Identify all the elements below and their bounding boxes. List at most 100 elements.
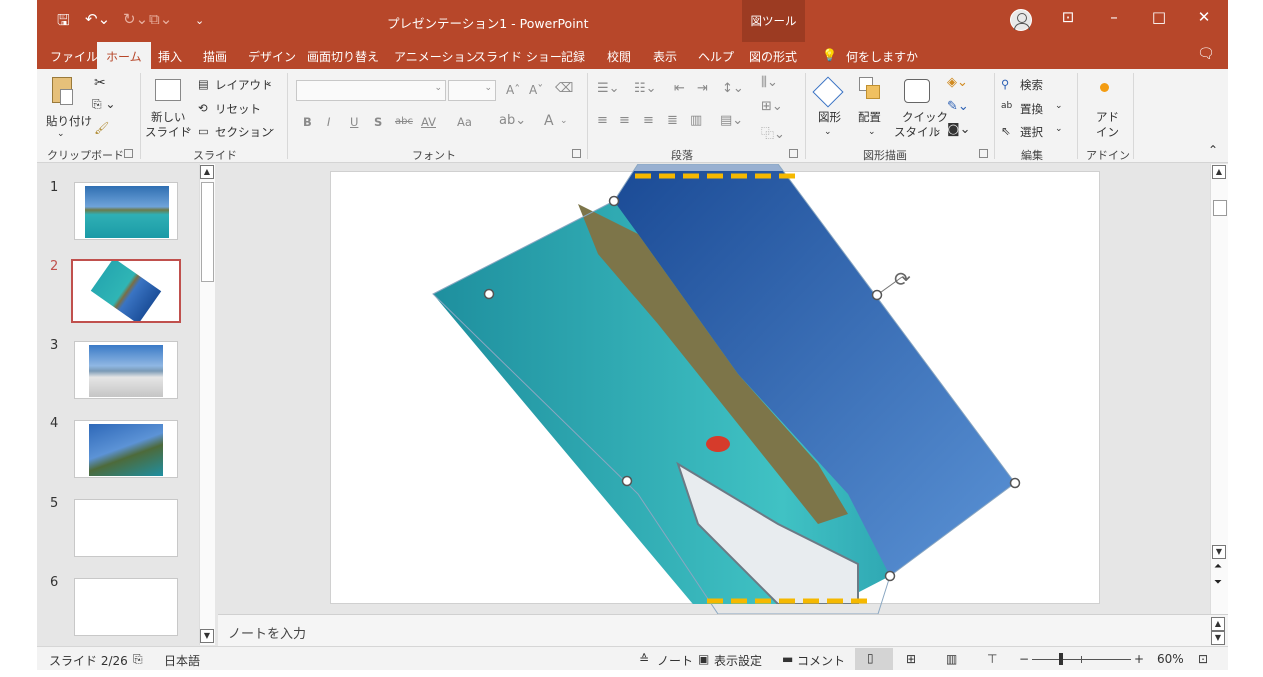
tab-animations[interactable]: アニメーション — [394, 48, 478, 65]
increase-indent-icon[interactable]: ⇥ — [697, 81, 708, 96]
tab-slideshow[interactable]: スライド ショー — [474, 48, 562, 65]
scroll-up-icon[interactable]: ▲ — [1212, 165, 1226, 179]
picture[interactable]: ⟳ — [432, 164, 1021, 614]
notes-toggle-icon[interactable]: ≙ — [639, 652, 649, 666]
resize-handle[interactable] — [483, 288, 495, 300]
resize-handle[interactable] — [621, 475, 633, 487]
scroll-up-icon[interactable]: ▲ — [200, 165, 214, 179]
text-direction-icon[interactable]: ⫼⌄ — [761, 75, 778, 90]
resize-handle[interactable] — [608, 195, 620, 207]
notes-scroll-down-icon[interactable]: ▼ — [1211, 631, 1225, 645]
tab-file[interactable]: ファイル — [50, 48, 98, 65]
quick-styles-button[interactable]: クイック スタイル ⌄ — [894, 75, 948, 141]
zoom-level[interactable]: 60% — [1157, 652, 1184, 666]
addins-button[interactable]: アド イン — [1090, 75, 1126, 141]
start-slideshow-icon[interactable]: ⧉⌄ — [149, 10, 172, 28]
language-indicator[interactable]: 日本語 — [164, 652, 200, 669]
previous-slide-icon[interactable]: ⏶ — [1214, 562, 1222, 572]
cut-icon[interactable]: ✂ — [94, 75, 106, 91]
justify-icon[interactable]: ≣ — [667, 113, 678, 128]
resize-handle[interactable] — [884, 570, 896, 582]
undo-icon[interactable]: ↶⌄ — [85, 10, 110, 28]
align-center-icon[interactable]: ≡ — [619, 113, 630, 128]
next-slide-icon[interactable]: ⏷ — [1214, 578, 1222, 588]
normal-view-button[interactable]: ▯ — [855, 648, 893, 670]
strikethrough-button[interactable]: abc — [395, 116, 413, 127]
comments-icon[interactable]: 🗨 — [1197, 46, 1215, 62]
distribute-icon[interactable]: ▥ — [690, 113, 702, 128]
shape-outline-icon[interactable]: ✎⌄ — [947, 99, 969, 114]
tab-picture-format[interactable]: 図の形式 — [749, 48, 797, 65]
bold-button[interactable]: B — [303, 115, 312, 129]
zoom-slider-thumb[interactable] — [1059, 653, 1063, 665]
grow-font-icon[interactable]: Aˆ — [506, 83, 520, 97]
display-settings[interactable]: 表示設定 — [714, 652, 762, 669]
underline-button[interactable]: U — [350, 115, 358, 129]
paragraph-launcher-icon[interactable] — [789, 149, 798, 158]
shrink-font-icon[interactable]: Aˇ — [529, 83, 543, 97]
font-color-button[interactable]: A — [544, 113, 554, 129]
align-right-icon[interactable]: ≡ — [643, 113, 654, 128]
account-avatar[interactable] — [1010, 9, 1032, 31]
rotate-handle-icon[interactable]: ⟳ — [894, 267, 911, 291]
font-launcher-icon[interactable] — [572, 149, 581, 158]
comments-toggle[interactable]: コメント — [797, 652, 845, 669]
tab-review[interactable]: 校閲 — [607, 48, 631, 65]
align-left-icon[interactable]: ≡ — [597, 113, 608, 128]
tab-insert[interactable]: 挿入 — [158, 48, 182, 65]
italic-button[interactable]: I — [327, 115, 330, 129]
accessibility-icon[interactable]: ⎘ — [133, 652, 143, 667]
shadow-button[interactable]: S — [374, 115, 382, 129]
numbering-icon[interactable]: ☷⌄ — [634, 81, 657, 96]
save-icon[interactable]: 🖫 — [57, 10, 70, 35]
slide-thumbnail-1[interactable] — [74, 182, 178, 240]
customize-toolbar-icon[interactable]: ⌄ — [195, 14, 204, 27]
tab-design[interactable]: デザイン — [248, 48, 296, 65]
align-text-icon[interactable]: ⊞⌄ — [761, 99, 783, 114]
maximize-button[interactable]: □ — [1145, 8, 1173, 26]
zoom-out-button[interactable]: − — [1019, 652, 1029, 666]
tab-help[interactable]: ヘルプ — [698, 48, 734, 65]
paste-button[interactable]: 貼り付け ⌄ — [46, 75, 92, 139]
highlight-icon[interactable]: ab⌄ — [499, 113, 526, 128]
tab-record[interactable]: 記録 — [561, 48, 585, 65]
slideshow-view-icon[interactable]: ⊤ — [987, 652, 997, 666]
tell-me-search[interactable]: 何をしますか — [846, 48, 918, 65]
char-spacing-button[interactable]: AV — [421, 115, 436, 129]
scroll-thumb[interactable] — [201, 182, 214, 282]
collapse-ribbon-icon[interactable]: ⌃ — [1208, 143, 1218, 157]
decrease-indent-icon[interactable]: ⇤ — [674, 81, 685, 96]
scroll-down-icon[interactable]: ▼ — [1212, 545, 1226, 559]
font-name-combo[interactable]: ⌄ — [296, 80, 446, 101]
change-case-button[interactable]: Aa — [457, 115, 472, 129]
zoom-in-button[interactable]: + — [1134, 652, 1144, 666]
drawing-launcher-icon[interactable] — [979, 149, 988, 158]
smartart-icon[interactable]: ⿻⌄ — [761, 123, 785, 142]
scroll-down-icon[interactable]: ▼ — [200, 629, 214, 643]
slide-thumbnail-4[interactable] — [74, 420, 178, 478]
shape-fill-icon[interactable]: ◈⌄ — [947, 75, 968, 90]
font-size-combo[interactable]: ⌄ — [448, 80, 496, 101]
thumbnail-scrollbar[interactable]: ▲ ▼ — [199, 164, 215, 645]
ribbon-display-options-icon[interactable]: ⊡ — [1054, 8, 1082, 26]
arrange-button[interactable]: 配置 ⌄ — [854, 75, 890, 141]
format-painter-icon[interactable]: 🖌 — [94, 121, 109, 135]
tab-home[interactable]: ホーム — [97, 42, 151, 69]
notes-toggle[interactable]: ノート — [657, 652, 693, 669]
reading-view-icon[interactable]: ▥ — [946, 652, 957, 666]
slide-thumbnail-3[interactable] — [74, 341, 178, 399]
notes-scroll-up-icon[interactable]: ▲ — [1211, 617, 1225, 631]
tab-view[interactable]: 表示 — [653, 48, 677, 65]
line-spacing-icon[interactable]: ↕⌄ — [722, 81, 744, 96]
redo-icon[interactable]: ↻⌄ — [123, 10, 148, 28]
slide-sorter-icon[interactable]: ⊞ — [906, 652, 916, 666]
resize-handle[interactable] — [871, 289, 883, 301]
display-settings-icon[interactable]: ▣ — [698, 652, 709, 666]
shapes-button[interactable]: 図形 ⌄ — [812, 75, 847, 141]
canvas-scrollbar[interactable]: ▲ ▼ ⏶ ⏷ — [1210, 164, 1228, 614]
clipboard-launcher-icon[interactable] — [124, 149, 133, 158]
slide-thumbnail-5[interactable] — [74, 499, 178, 557]
copy-icon[interactable]: ⎘ ⌄ — [92, 97, 115, 112]
tab-transitions[interactable]: 画面切り替え — [307, 48, 379, 65]
slide-thumbnail-2[interactable] — [71, 259, 181, 323]
